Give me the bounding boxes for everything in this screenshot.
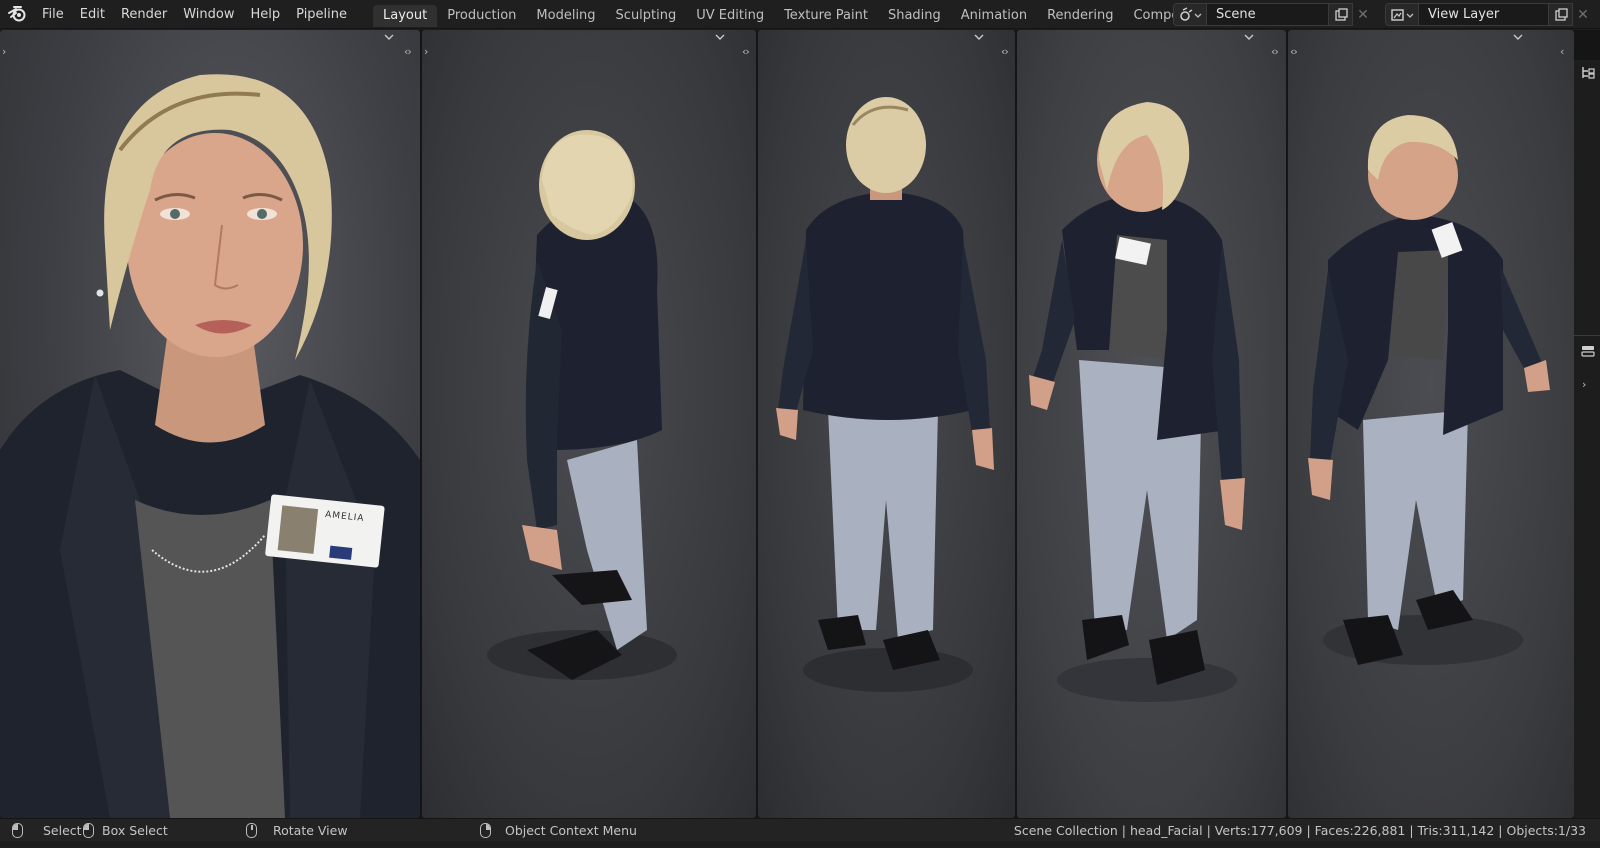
sidebar-toggle-icon[interactable]: ‹ [1560, 45, 1565, 58]
view-layer-icon [1391, 8, 1414, 21]
hint-context-menu: Object Context Menu [480, 819, 637, 842]
area-split-icon[interactable]: ‹› [742, 45, 750, 58]
area-split-icon[interactable]: › [424, 45, 429, 58]
area-split-icon[interactable]: ‹› [1290, 45, 1298, 58]
area-split-icon[interactable]: ‹› [404, 45, 412, 58]
hint-box-select: Box Select [83, 819, 168, 842]
mouse-right-icon [480, 823, 491, 838]
scene-statistics: Scene Collection | head_Facial | Verts:1… [1013, 823, 1586, 838]
figure-front-render [1029, 102, 1245, 702]
mouse-left-drag-icon [83, 823, 94, 838]
hint-context-menu-label: Object Context Menu [505, 823, 637, 838]
viewport-high-angle[interactable]: ‹› ‹ [1288, 30, 1574, 818]
chevron-down-icon[interactable] [1243, 32, 1255, 42]
tab-shading[interactable]: Shading [878, 5, 951, 27]
scene-selector: Scene ✕ [1173, 3, 1373, 26]
sidebar-expand-icon[interactable]: › [1582, 378, 1587, 391]
tab-modeling[interactable]: Modeling [526, 5, 605, 27]
viewport-front[interactable]: ‹› [1017, 30, 1286, 818]
new-scene-icon [1334, 7, 1348, 21]
main-menu: File Edit Render Window Help Pipeline [34, 0, 355, 29]
tab-sculpting[interactable]: Sculpting [606, 5, 687, 27]
tab-animation[interactable]: Animation [951, 5, 1037, 27]
status-bar: Select Box Select Rotate View Object Con… [0, 818, 1600, 841]
view-layer-browse-button[interactable] [1385, 3, 1419, 26]
tab-uv-editing[interactable]: UV Editing [686, 5, 774, 27]
toolbar-expand-icon[interactable]: › [2, 45, 7, 58]
chevron-down-icon[interactable] [714, 32, 726, 42]
viewport-back[interactable]: ‹› [758, 30, 1015, 818]
view-layer-selector: View Layer ✕ [1385, 3, 1593, 26]
figure-back-render [776, 97, 994, 692]
portrait-render [0, 74, 420, 818]
new-view-layer-button[interactable] [1549, 3, 1573, 26]
figure-side-render [487, 130, 677, 680]
viewport-side[interactable]: › ‹› [422, 30, 756, 818]
hint-box-select-label: Box Select [102, 823, 168, 838]
mouse-left-icon [12, 823, 23, 838]
chevron-down-icon[interactable] [1512, 32, 1524, 42]
close-icon[interactable]: ✕ [1353, 3, 1373, 26]
menu-window[interactable]: Window [175, 0, 242, 29]
figure-high-angle-render [1308, 115, 1550, 665]
new-view-layer-icon [1554, 7, 1568, 21]
tab-production[interactable]: Production [437, 5, 526, 27]
menu-file[interactable]: File [34, 0, 72, 29]
viewport-area: AMELIA › ‹› › ‹› ‹› ‹› ‹› ‹ › [0, 30, 1600, 848]
viewport-portrait[interactable]: AMELIA › ‹› [0, 30, 420, 818]
tab-layout[interactable]: Layout [373, 5, 438, 27]
blender-logo-icon[interactable] [0, 0, 34, 29]
outliner-icon[interactable] [1580, 65, 1596, 81]
view-layer-name-field[interactable]: View Layer [1419, 3, 1549, 26]
mouse-middle-icon [246, 823, 257, 838]
chevron-down-icon[interactable] [973, 32, 985, 42]
hint-select-label: Select [43, 823, 82, 838]
hint-rotate-view-label: Rotate View [273, 823, 348, 838]
scene-name-field[interactable]: Scene [1207, 3, 1329, 26]
menu-edit[interactable]: Edit [72, 0, 113, 29]
menu-help[interactable]: Help [243, 0, 289, 29]
workspace-tabs: Layout Production Modeling Sculpting UV … [373, 0, 1263, 29]
right-editor-strip: › [1574, 60, 1600, 848]
scene-browse-button[interactable] [1173, 3, 1207, 26]
close-icon[interactable]: ✕ [1573, 3, 1593, 26]
new-scene-button[interactable] [1329, 3, 1353, 26]
menu-render[interactable]: Render [113, 0, 175, 29]
top-bar: File Edit Render Window Help Pipeline La… [0, 0, 1600, 29]
hint-select: Select [12, 819, 82, 842]
menu-pipeline[interactable]: Pipeline [288, 0, 355, 29]
area-split-icon[interactable]: ‹› [1271, 45, 1279, 58]
tab-rendering[interactable]: Rendering [1037, 5, 1123, 27]
scene-icon [1180, 6, 1202, 21]
properties-icon[interactable] [1580, 343, 1596, 359]
area-split-icon[interactable]: ‹› [1001, 45, 1009, 58]
tab-texture-paint[interactable]: Texture Paint [774, 5, 878, 27]
chevron-down-icon[interactable] [383, 32, 395, 42]
divider [1574, 335, 1600, 336]
hint-rotate-view: Rotate View [246, 819, 348, 842]
